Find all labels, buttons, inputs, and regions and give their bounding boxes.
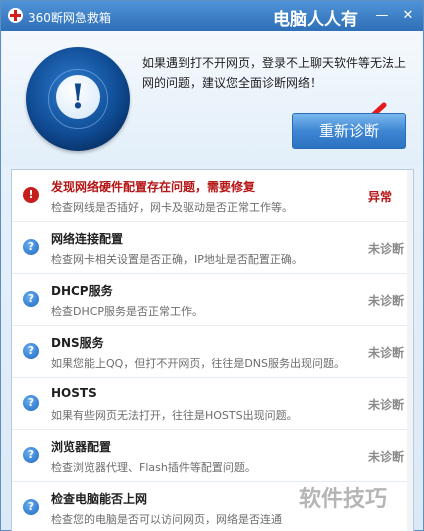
diagnosis-list: ! 发现网络硬件配置存在问题，需要修复 检查网线是否插好，网卡及驱动是否正常工作…: [11, 169, 414, 531]
item-title: 检查电脑能否上网: [51, 492, 148, 506]
red-cross-icon: [8, 8, 23, 23]
minimize-icon[interactable]: —: [373, 7, 391, 25]
question-icon: ?: [23, 395, 39, 411]
rediagnose-button[interactable]: 重新诊断: [292, 113, 406, 149]
list-item[interactable]: ? HOSTS 如果有些网页无法打开，往往是HOSTS出现问题。 未诊断: [12, 378, 413, 430]
item-title: 网络连接配置: [51, 232, 124, 246]
app-window: 360断网急救箱 电脑人人有 — ✕ ! 如果遇到打不开网页，登录不上聊天软件等…: [0, 0, 424, 531]
item-status: 未诊断: [368, 398, 405, 412]
title-bar[interactable]: 360断网急救箱 电脑人人有 — ✕: [1, 1, 423, 31]
item-description: 检查浏览器代理、Flash插件等配置问题。: [51, 461, 256, 474]
item-description: 检查DHCP服务是否正常工作。: [51, 305, 204, 318]
error-icon: !: [23, 187, 39, 203]
exclamation-icon: !: [56, 75, 100, 119]
item-description: 检查网线是否插好，网卡及驱动是否正常工作等。: [51, 201, 293, 214]
item-description: 如果您能上QQ，但打不开网页，往往是DNS服务出现问题。: [51, 357, 345, 370]
list-scrollbar[interactable]: [407, 170, 413, 531]
close-icon[interactable]: ✕: [399, 7, 417, 25]
question-icon: ?: [23, 499, 39, 515]
watermark-text: 电脑人人有: [273, 10, 358, 30]
list-item[interactable]: ? DHCP服务 检查DHCP服务是否正常工作。 未诊断: [12, 274, 413, 326]
list-item[interactable]: ? 浏览器配置 检查浏览器代理、Flash插件等配置问题。 未诊断: [12, 430, 413, 482]
window-title: 360断网急救箱: [28, 11, 111, 25]
item-description: 检查网卡相关设置是否正确，IP地址是否配置正确。: [51, 253, 303, 266]
item-status: 未诊断: [368, 450, 405, 464]
item-title: 发现网络硬件配置存在问题，需要修复: [51, 180, 256, 194]
question-icon: ?: [23, 447, 39, 463]
item-title: 浏览器配置: [51, 440, 112, 454]
list-item[interactable]: ! 发现网络硬件配置存在问题，需要修复 检查网线是否插好，网卡及驱动是否正常工作…: [12, 170, 413, 222]
question-icon: ?: [23, 239, 39, 255]
list-item[interactable]: ? 网络连接配置 检查网卡相关设置是否正确，IP地址是否配置正确。 未诊断: [12, 222, 413, 274]
item-status: 未诊断: [368, 346, 405, 360]
question-icon: ?: [23, 291, 39, 307]
item-status: 未诊断: [368, 242, 405, 256]
overlay-watermark: 软件技巧: [299, 487, 388, 512]
header-panel: ! 如果遇到打不开网页，登录不上聊天软件等无法上网的问题，建议您全面诊断网络！ …: [2, 31, 422, 166]
item-title: HOSTS: [51, 386, 97, 400]
item-description: 如果有些网页无法打开，往往是HOSTS出现问题。: [51, 409, 298, 422]
item-status: 异常: [368, 190, 393, 204]
radar-alert-icon: !: [26, 47, 130, 151]
item-title: DNS服务: [51, 336, 104, 350]
item-description: 检查您的电脑是否可以访问网页，网络是否连通: [51, 513, 282, 526]
item-title: DHCP服务: [51, 284, 113, 298]
question-icon: ?: [23, 343, 39, 359]
diagnose-hint: 如果遇到打不开网页，登录不上聊天软件等无法上网的问题，建议您全面诊断网络！: [142, 56, 407, 90]
list-item[interactable]: ? DNS服务 如果您能上QQ，但打不开网页，往往是DNS服务出现问题。 未诊断: [12, 326, 413, 378]
item-status: 未诊断: [368, 294, 405, 308]
